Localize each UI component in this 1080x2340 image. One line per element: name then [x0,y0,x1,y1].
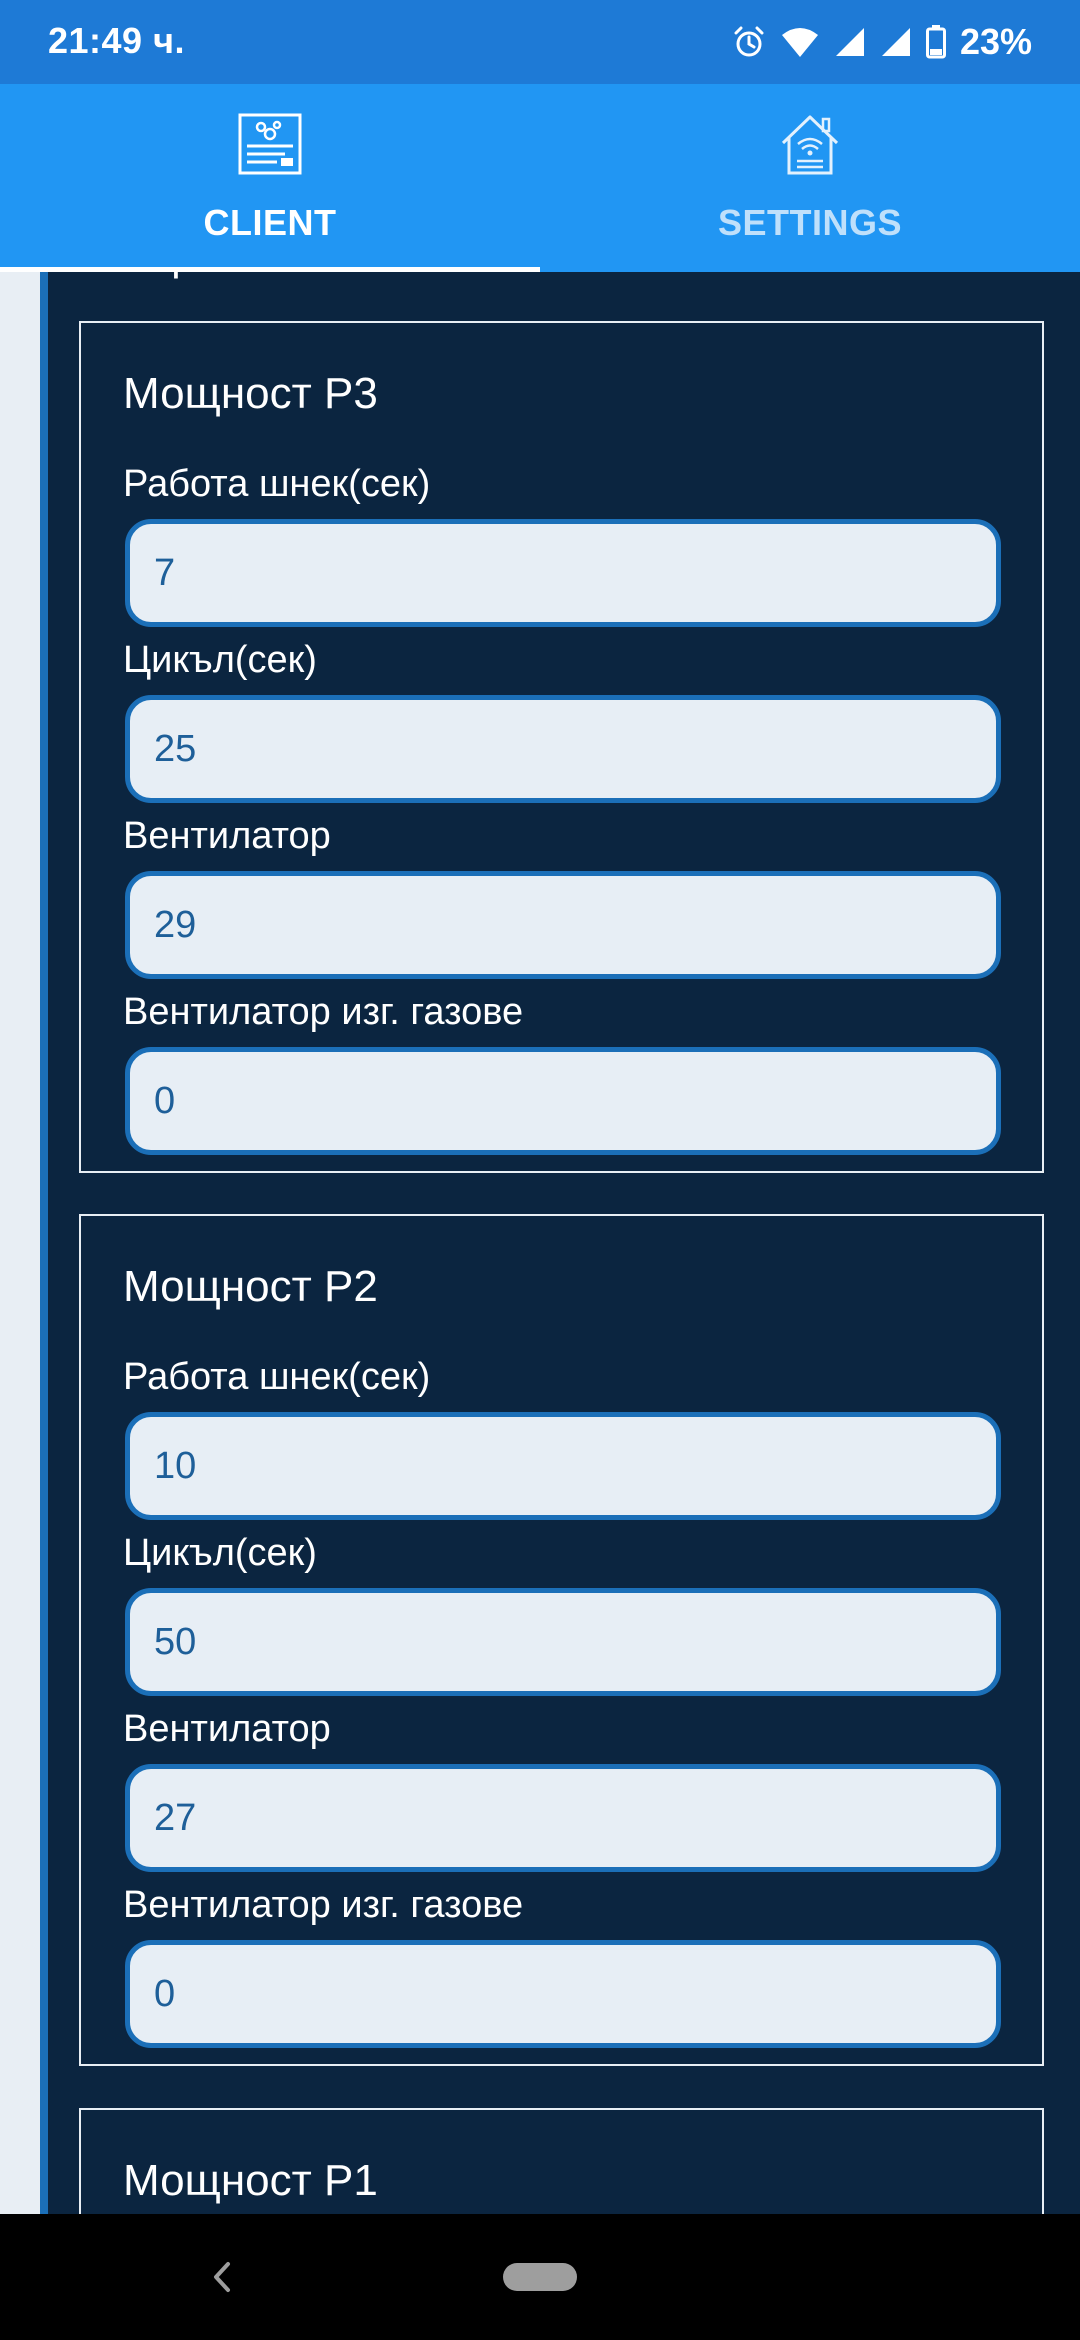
status-time: 21:49 ч. [48,20,185,61]
field-label-fan: Вентилатор [123,815,331,857]
power-group-p1: Мощност P1 [79,2108,1044,2214]
auger-time-input[interactable] [125,1412,1001,1520]
field-label-cycle: Цикъл(сек) [123,1532,317,1574]
field-label-exhaust-fan: Вентилатор изг. газове [123,1884,524,1926]
group-title: Мощност P3 [123,369,378,418]
cycle-input[interactable] [125,695,1001,803]
status-bar: 21:49 ч. 23% [0,0,1080,84]
tab-bar: CLIENT SETTINGS [0,84,1080,272]
control-panel-icon [237,108,303,180]
power-group-p3: Мощност P3 Работа шнек(сек) Цикъл(сек) В… [79,321,1044,1173]
status-icons: 23% [732,18,1032,66]
tab-client-label: CLIENT [203,202,337,243]
tab-settings[interactable]: SETTINGS [540,84,1080,272]
signal-icon [880,26,912,58]
tab-client[interactable]: CLIENT [0,84,540,272]
power-group-p2: Мощност P2 Работа шнек(сек) Цикъл(сек) В… [79,1214,1044,2066]
field-label-auger-time: Работа шнек(сек) [123,1356,431,1398]
fan-input[interactable] [125,1764,1001,1872]
auger-time-input[interactable] [125,519,1001,627]
back-icon[interactable] [206,2254,236,2305]
exhaust-fan-input[interactable] [125,1047,1001,1155]
battery-icon [925,25,946,59]
group-title: Мощност P2 [123,1262,378,1311]
fan-input[interactable] [125,871,1001,979]
alarm-icon [732,25,766,59]
content-area[interactable]: Горене Мощност P3 Работа шнек(сек) Цикъл… [0,272,1080,2214]
field-label-auger-time: Работа шнек(сек) [123,463,431,505]
cycle-input[interactable] [125,1588,1001,1696]
home-pill-button[interactable] [503,2263,577,2291]
exhaust-fan-input[interactable] [125,1940,1001,2048]
field-label-exhaust-fan: Вентилатор изг. газове [123,991,524,1033]
tab-active-indicator [0,267,540,272]
navigation-bar [0,2214,1080,2340]
signal-icon [834,26,866,58]
field-label-fan: Вентилатор [123,1708,331,1750]
battery-percent: 23% [959,21,1032,62]
tab-settings-label: SETTINGS [717,202,903,243]
smart-home-icon [777,108,843,180]
group-title: Мощност P1 [123,2156,378,2205]
section-title: Горене [128,272,265,280]
wifi-icon [780,25,820,59]
field-label-cycle: Цикъл(сек) [123,639,317,681]
